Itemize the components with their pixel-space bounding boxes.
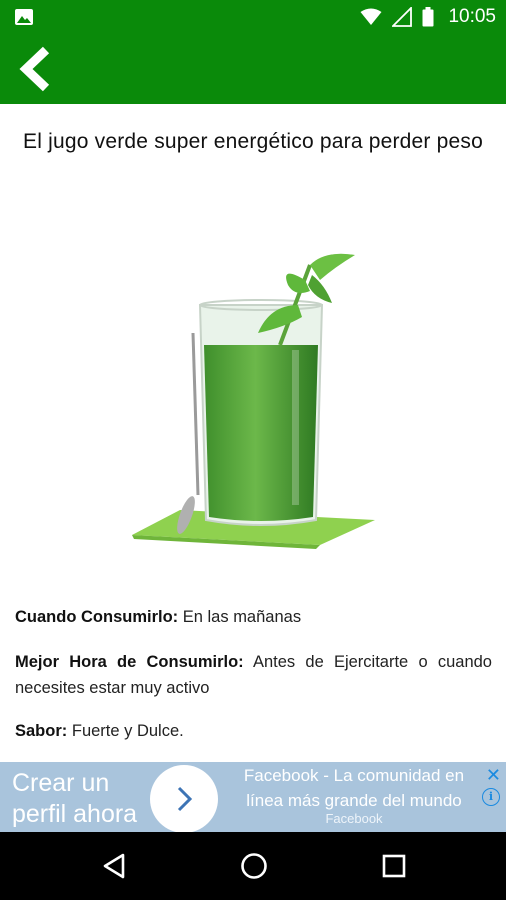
signal-icon (392, 7, 413, 27)
wifi-icon (360, 8, 382, 25)
nav-back-button[interactable] (94, 846, 134, 886)
detail-label: Cuando Consumirlo: (15, 608, 179, 626)
ad-description[interactable]: Facebook - La comunidad en línea más gra… (224, 762, 484, 813)
detail-label: Sabor: (15, 722, 68, 740)
app-bar (0, 34, 506, 104)
battery-icon (422, 7, 434, 27)
chevron-right-icon (177, 786, 193, 812)
status-bar: 10:05 (0, 0, 506, 34)
nav-home-button[interactable] (234, 846, 274, 886)
image-icon (15, 9, 33, 25)
article-title: El jugo verde super energético para perd… (22, 130, 484, 153)
detail-flavor: Sabor: Fuerte y Dulce. (15, 718, 492, 744)
ad-info-icon[interactable]: i (482, 788, 500, 806)
detail-label: Mejor Hora de Consumirlo: (15, 653, 244, 671)
detail-value: En las mañanas (182, 608, 302, 626)
ad-source: Facebook (325, 811, 383, 826)
ad-banner[interactable]: Crear un perfil ahora Facebook - La comu… (0, 762, 506, 832)
ad-cta-text[interactable]: Crear un perfil ahora (12, 768, 147, 830)
system-nav-bar (0, 832, 506, 900)
detail-value: Fuerte y Dulce. (71, 722, 184, 740)
back-triangle-icon (103, 853, 125, 879)
home-circle-icon (241, 853, 267, 879)
recents-square-icon (382, 854, 406, 878)
ad-close-icon[interactable]: ✕ (486, 765, 501, 786)
ad-arrow-button[interactable] (150, 765, 218, 833)
detail-when: Cuando Consumirlo: En las mañanas (15, 604, 492, 630)
back-button[interactable] (8, 42, 60, 96)
clock: 10:05 (448, 6, 496, 27)
nav-recents-button[interactable] (374, 846, 414, 886)
chevron-left-icon (19, 46, 50, 92)
detail-best-time: Mejor Hora de Consumirlo: Antes de Ejerc… (15, 649, 492, 701)
green-smoothie-image (132, 253, 375, 549)
